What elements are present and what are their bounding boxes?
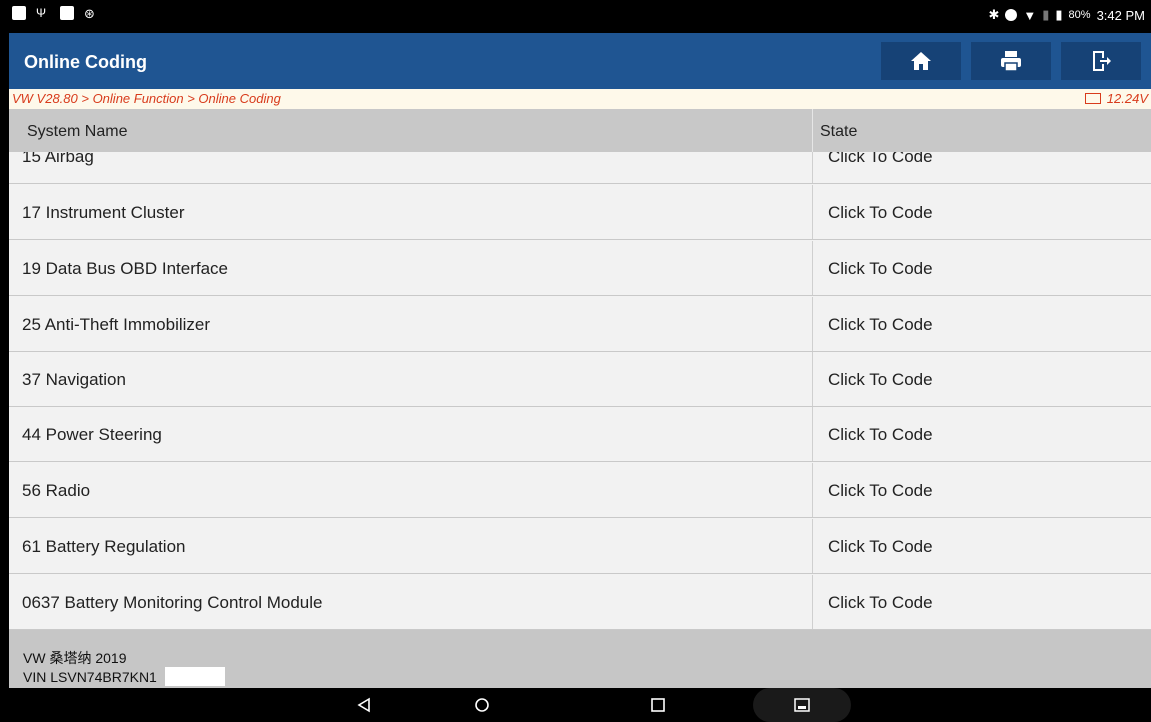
back-icon[interactable] <box>356 697 372 713</box>
dnd-icon <box>1005 9 1018 21</box>
table-row[interactable]: 37 Navigation Click To Code <box>9 352 1151 407</box>
system-indicators: ✱ ▼ ▮ ▮ 80% 3:42 PM <box>988 7 1145 23</box>
voltage-value: 12.24V <box>1106 91 1148 106</box>
system-name: 19 Data Bus OBD Interface <box>22 259 228 278</box>
image-notification-icon <box>12 6 26 20</box>
state-action[interactable]: Click To Code <box>828 537 933 557</box>
print-icon <box>1001 51 1021 72</box>
settings-notification-icon: ⊛ <box>84 6 95 21</box>
vin-redaction <box>165 667 225 686</box>
table-header: System Name State <box>9 109 1151 152</box>
recents-icon[interactable] <box>650 697 666 713</box>
table-row[interactable]: 25 Anti-Theft Immobilizer Click To Code <box>9 297 1151 352</box>
battery-voltage-icon <box>1084 93 1101 104</box>
home-nav-icon[interactable] <box>474 697 490 713</box>
state-action[interactable]: Click To Code <box>828 203 933 223</box>
cell-divider <box>812 575 813 629</box>
column-header-state: State <box>820 123 858 140</box>
cell-divider <box>812 407 813 461</box>
voltage-indicator: 12.24V <box>1084 91 1148 106</box>
home-icon <box>911 52 931 70</box>
status-bar: Ψ ⊛ ✱ ▼ ▮ ▮ 80% 3:42 PM <box>0 0 1151 33</box>
state-action[interactable]: Click To Code <box>828 259 933 279</box>
state-action[interactable]: Click To Code <box>828 593 933 613</box>
state-action[interactable]: Click To Code <box>828 481 933 501</box>
wifi-icon: ▼ <box>1023 7 1037 23</box>
cell-divider <box>812 152 813 183</box>
cell-divider <box>812 519 813 573</box>
system-name: 37 Navigation <box>22 370 126 389</box>
state-action[interactable]: Click To Code <box>828 315 933 335</box>
home-button[interactable] <box>881 42 961 80</box>
signal-icon: ▮ <box>1042 7 1050 22</box>
system-name: 61 Battery Regulation <box>22 537 186 556</box>
system-name: 17 Instrument Cluster <box>22 203 185 222</box>
cell-divider <box>812 185 813 239</box>
exit-button[interactable] <box>1061 42 1141 80</box>
clock: 3:42 PM <box>1096 7 1145 23</box>
state-action[interactable]: Click To Code <box>828 425 933 445</box>
breadcrumb: VW V28.80 > Online Function > Online Cod… <box>9 89 1151 109</box>
vehicle-info: VW 桑塔纳 2019 VIN LSVN74BR7KN1 <box>9 630 1151 688</box>
app-bar: Online Coding <box>9 33 1151 89</box>
exit-icon <box>1093 51 1111 71</box>
table-row[interactable]: 19 Data Bus OBD Interface Click To Code <box>9 241 1151 296</box>
cell-divider <box>812 297 813 351</box>
page-title: Online Coding <box>24 52 147 72</box>
battery-percent: 80% <box>1068 9 1091 21</box>
table-row[interactable]: 17 Instrument Cluster Click To Code <box>9 185 1151 240</box>
system-name: 56 Radio <box>22 481 91 500</box>
system-name: 15 Airbag <box>22 152 94 166</box>
system-name: 0637 Battery Monitoring Control Module <box>22 593 323 612</box>
battery-icon: ▮ <box>1055 7 1063 22</box>
cell-divider <box>812 241 813 295</box>
table-row[interactable]: 61 Battery Regulation Click To Code <box>9 519 1151 574</box>
usb-icon: Ψ <box>36 6 47 20</box>
system-list[interactable]: 15 Airbag Click To Code 17 Instrument Cl… <box>9 152 1151 630</box>
bluetooth-icon: ✱ <box>988 7 1000 22</box>
table-row[interactable]: 44 Power Steering Click To Code <box>9 407 1151 462</box>
vin-label: VIN LSVN74BR7KN1 <box>23 669 157 685</box>
print-button[interactable] <box>971 42 1051 80</box>
navigation-bar <box>0 688 1151 722</box>
cell-divider <box>812 463 813 517</box>
notification-icons: Ψ ⊛ <box>12 6 98 21</box>
state-action[interactable]: Click To Code <box>828 370 933 390</box>
system-name: 25 Anti-Theft Immobilizer <box>22 315 211 334</box>
screenshot-pill[interactable] <box>753 688 851 722</box>
sd-card-icon <box>60 6 74 20</box>
state-action[interactable]: Click To Code <box>828 152 933 167</box>
vehicle-model: VW 桑塔纳 2019 <box>23 650 127 666</box>
cell-divider <box>812 352 813 406</box>
table-row[interactable]: 56 Radio Click To Code <box>9 463 1151 518</box>
column-header-system-name: System Name <box>27 123 128 140</box>
table-row[interactable]: 0637 Battery Monitoring Control Module C… <box>9 575 1151 630</box>
system-name: 44 Power Steering <box>22 425 162 444</box>
screenshot-icon <box>794 698 810 712</box>
column-divider <box>812 109 813 152</box>
table-row[interactable]: 15 Airbag Click To Code <box>9 152 1151 184</box>
breadcrumb-path: VW V28.80 > Online Function > Online Cod… <box>12 91 281 106</box>
